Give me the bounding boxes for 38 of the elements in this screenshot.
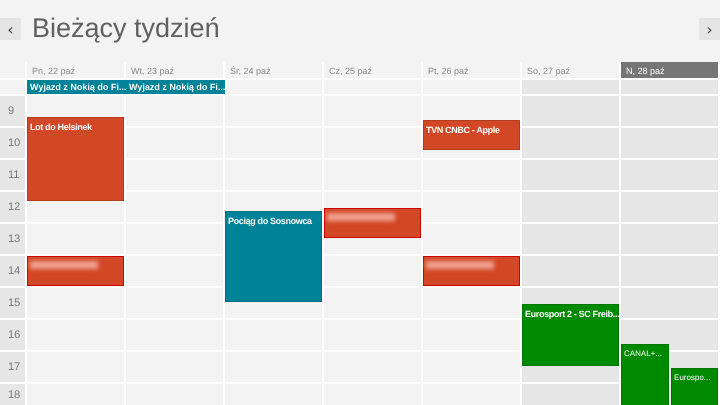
hour-label: 16 [0,320,25,350]
calendar-event[interactable]: Eurospo... [671,368,718,405]
hour-label: 14 [0,256,25,286]
calendar-event[interactable] [27,256,124,286]
hour-label: 18 [0,384,25,405]
calendar-event[interactable] [324,208,421,238]
next-week-button[interactable]: › [699,18,720,40]
hour-label: 17 [0,352,25,382]
hour-label: 12 [0,192,25,222]
calendar-event[interactable]: CANAL+... [621,344,669,405]
day-header[interactable]: Cz, 25 paź [324,62,421,78]
day-header[interactable]: Pt, 26 paź [423,62,520,78]
day-column[interactable]: Lot do Helsinek [27,96,124,405]
blurred-text [327,213,396,221]
day-header[interactable]: Pn, 22 paź [27,62,124,78]
calendar-event[interactable]: Lot do Helsinek [27,117,124,201]
previous-week-button[interactable]: ‹ [0,18,21,40]
calendar-event[interactable]: TVN CNBC - Apple [423,120,520,150]
day-header[interactable]: Śr, 24 paź [225,62,322,78]
blurred-text [30,261,98,269]
hour-label: 10 [0,128,25,158]
hour-label: 13 [0,224,25,254]
calendar-event[interactable]: Eurosport 2 - SC Freib... [522,304,619,366]
day-header[interactable]: So, 27 paź [522,62,619,78]
day-header[interactable]: N, 28 paź [621,62,718,78]
day-column[interactable]: CANAL+... Eurospo... [621,96,718,405]
calendar-event[interactable]: Pociąg do Sosnowca [225,210,322,302]
day-column[interactable] [324,96,421,405]
hour-label: 15 [0,288,25,318]
day-column[interactable]: TVN CNBC - Apple [423,96,520,405]
blurred-text [426,261,494,269]
hour-label: 9 [0,96,25,126]
hour-label: 11 [0,160,25,190]
day-column[interactable]: Eurosport 2 - SC Freib... [522,96,619,405]
day-column[interactable]: Pociąg do Sosnowca [225,96,322,405]
day-header[interactable]: Wt, 23 paź [126,62,223,78]
page-title: Bieżący tydzień [31,12,221,44]
calendar-event[interactable] [423,256,520,286]
